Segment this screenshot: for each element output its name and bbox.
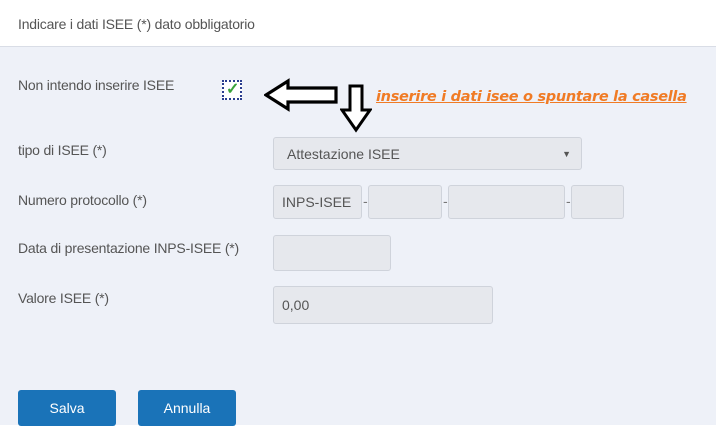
cancel-button[interactable]: Annulla [138,390,236,426]
protocollo-separator: - [566,193,571,209]
protocollo-label: Numero protocollo (*) [18,192,147,208]
protocollo-separator: - [363,193,368,209]
protocollo-part2-input[interactable] [448,185,565,219]
opt-out-label: Non intendo inserire ISEE [18,77,175,93]
protocollo-prefix-field: INPS-ISEE [273,185,362,219]
protocollo-part1-input[interactable] [368,185,442,219]
tipo-isee-select[interactable]: Attestazione ISEE ▼ [273,137,582,170]
valore-isee-value: 0,00 [282,297,310,313]
tipo-isee-label: tipo di ISEE (*) [18,142,107,158]
protocollo-part3-input[interactable] [571,185,624,219]
panel-header: Indicare i dati ISEE (*) dato obbligator… [0,0,716,47]
opt-out-checkbox[interactable]: ✓ [222,80,242,100]
arrow-down-icon [340,84,372,133]
panel-title: Indicare i dati ISEE (*) dato obbligator… [18,16,255,32]
valore-isee-label: Valore ISEE (*) [18,290,109,306]
right-edge [716,0,724,425]
arrow-left-icon [264,78,338,112]
protocollo-separator: - [443,193,448,209]
valore-isee-input[interactable]: 0,00 [273,286,493,324]
protocollo-prefix-value: INPS-ISEE [282,194,352,210]
tipo-isee-selected-value: Attestazione ISEE [287,146,400,162]
check-mark-icon: ✓ [226,81,240,98]
data-presentazione-label: Data di presentazione INPS-ISEE (*) [18,240,239,256]
chevron-down-icon: ▼ [562,149,571,159]
data-presentazione-input[interactable] [273,235,391,271]
save-button[interactable]: Salva [18,390,116,426]
annotation-text: inserire i dati isee o spuntare la casel… [376,89,687,105]
isee-panel: Indicare i dati ISEE (*) dato obbligator… [0,0,724,426]
